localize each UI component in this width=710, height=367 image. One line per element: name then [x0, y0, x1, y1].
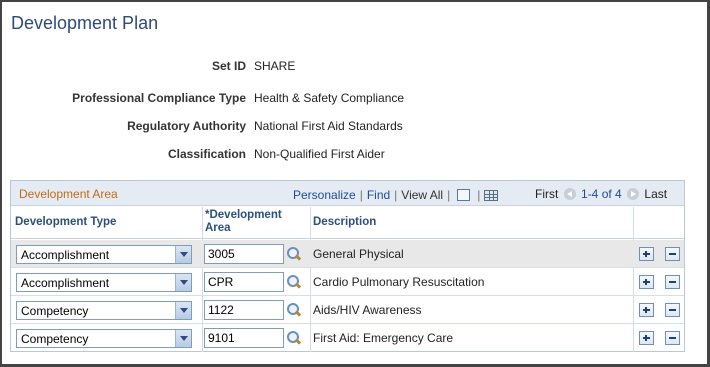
select-value: Competency — [21, 332, 89, 346]
description-text: Aids/HIV Awareness — [313, 303, 422, 317]
delete-row-icon[interactable] — [665, 331, 680, 345]
find-link[interactable]: Find — [367, 188, 390, 202]
field-label: Set ID — [211, 59, 246, 73]
table-row: Accomplishment Cardio Pulmonary Resuscit… — [11, 268, 684, 296]
lookup-icon[interactable] — [286, 246, 302, 262]
development-area-input[interactable] — [204, 300, 284, 320]
add-row-icon[interactable] — [639, 247, 654, 261]
select-value: Accomplishment — [21, 276, 110, 290]
previous-arrow-icon[interactable] — [563, 188, 576, 200]
field-label: Professional Compliance Type — [72, 91, 246, 105]
add-row-icon[interactable] — [639, 275, 654, 289]
column-header-development-area[interactable]: *Development Area — [205, 209, 282, 241]
development-area-input[interactable] — [204, 272, 284, 292]
description-text: General Physical — [313, 247, 404, 261]
lookup-icon[interactable] — [286, 274, 302, 290]
new-window-icon[interactable] — [457, 189, 471, 201]
lookup-icon[interactable] — [286, 302, 302, 318]
view-all-link[interactable]: View All — [401, 188, 443, 202]
select-value: Accomplishment — [21, 248, 110, 262]
development-type-select[interactable]: Competency — [16, 329, 192, 348]
description-text: Cardio Pulmonary Resuscitation — [313, 275, 485, 289]
development-type-select[interactable]: Accomplishment — [16, 245, 192, 264]
column-headers: Development Type *Development Area Descr… — [11, 207, 684, 239]
field-compliance-type: Professional Compliance Type Health & Sa… — [0, 91, 404, 107]
field-label: Regulatory Authority — [127, 119, 246, 133]
development-type-select[interactable]: Competency — [16, 301, 192, 320]
next-arrow-icon[interactable] — [627, 188, 640, 200]
select-value: Competency — [21, 304, 89, 318]
add-row-icon[interactable] — [639, 303, 654, 317]
grid-download-icon[interactable] — [484, 190, 499, 201]
chevron-down-icon[interactable] — [175, 330, 191, 347]
table-row: Accomplishment General Physical — [11, 240, 684, 268]
description-text: First Aid: Emergency Care — [313, 331, 454, 345]
personalize-link[interactable]: Personalize — [293, 188, 356, 202]
table-row: Competency Aids/HIV Awareness — [11, 296, 684, 324]
field-set-id: Set ID SHARE — [0, 59, 295, 75]
lookup-icon[interactable] — [286, 330, 302, 346]
row-range: 1-4 of 4 — [581, 187, 622, 201]
field-value: SHARE — [254, 59, 296, 73]
chevron-down-icon[interactable] — [175, 246, 191, 263]
table-row: Competency First Aid: Emergency Care — [11, 324, 684, 352]
page-title: Development Plan — [11, 13, 159, 33]
last-link[interactable]: Last — [644, 187, 667, 201]
grid-title: Development Area — [19, 187, 118, 201]
field-classification: Classification Non-Qualified First Aider — [0, 147, 385, 163]
development-area-grid: Development Area Personalize | Find | View A… — [10, 180, 685, 352]
first-link[interactable]: First — [535, 187, 558, 201]
grid-header: Development Area Personalize | Find | View A… — [11, 181, 684, 206]
field-label: Classification — [167, 147, 246, 161]
delete-row-icon[interactable] — [665, 247, 680, 261]
grid-pager: First 1-4 of 4 Last — [535, 187, 667, 201]
field-value: National First Aid Standards — [254, 119, 403, 133]
column-header-line: *Development — [205, 209, 282, 221]
column-header-line: Area — [205, 222, 231, 234]
delete-row-icon[interactable] — [665, 275, 680, 289]
development-area-input[interactable] — [204, 328, 284, 348]
development-area-input[interactable] — [204, 244, 284, 264]
grid-nav-links: Personalize | Find | View All | | — [293, 188, 499, 202]
chevron-down-icon[interactable] — [175, 302, 191, 319]
field-value: Non-Qualified First Aider — [254, 147, 385, 161]
field-regulatory-authority: Regulatory Authority National First Aid … — [0, 119, 403, 135]
chevron-down-icon[interactable] — [175, 274, 191, 291]
field-value: Health & Safety Compliance — [254, 91, 405, 105]
development-type-select[interactable]: Accomplishment — [16, 273, 192, 292]
delete-row-icon[interactable] — [665, 303, 680, 317]
add-row-icon[interactable] — [639, 331, 654, 345]
